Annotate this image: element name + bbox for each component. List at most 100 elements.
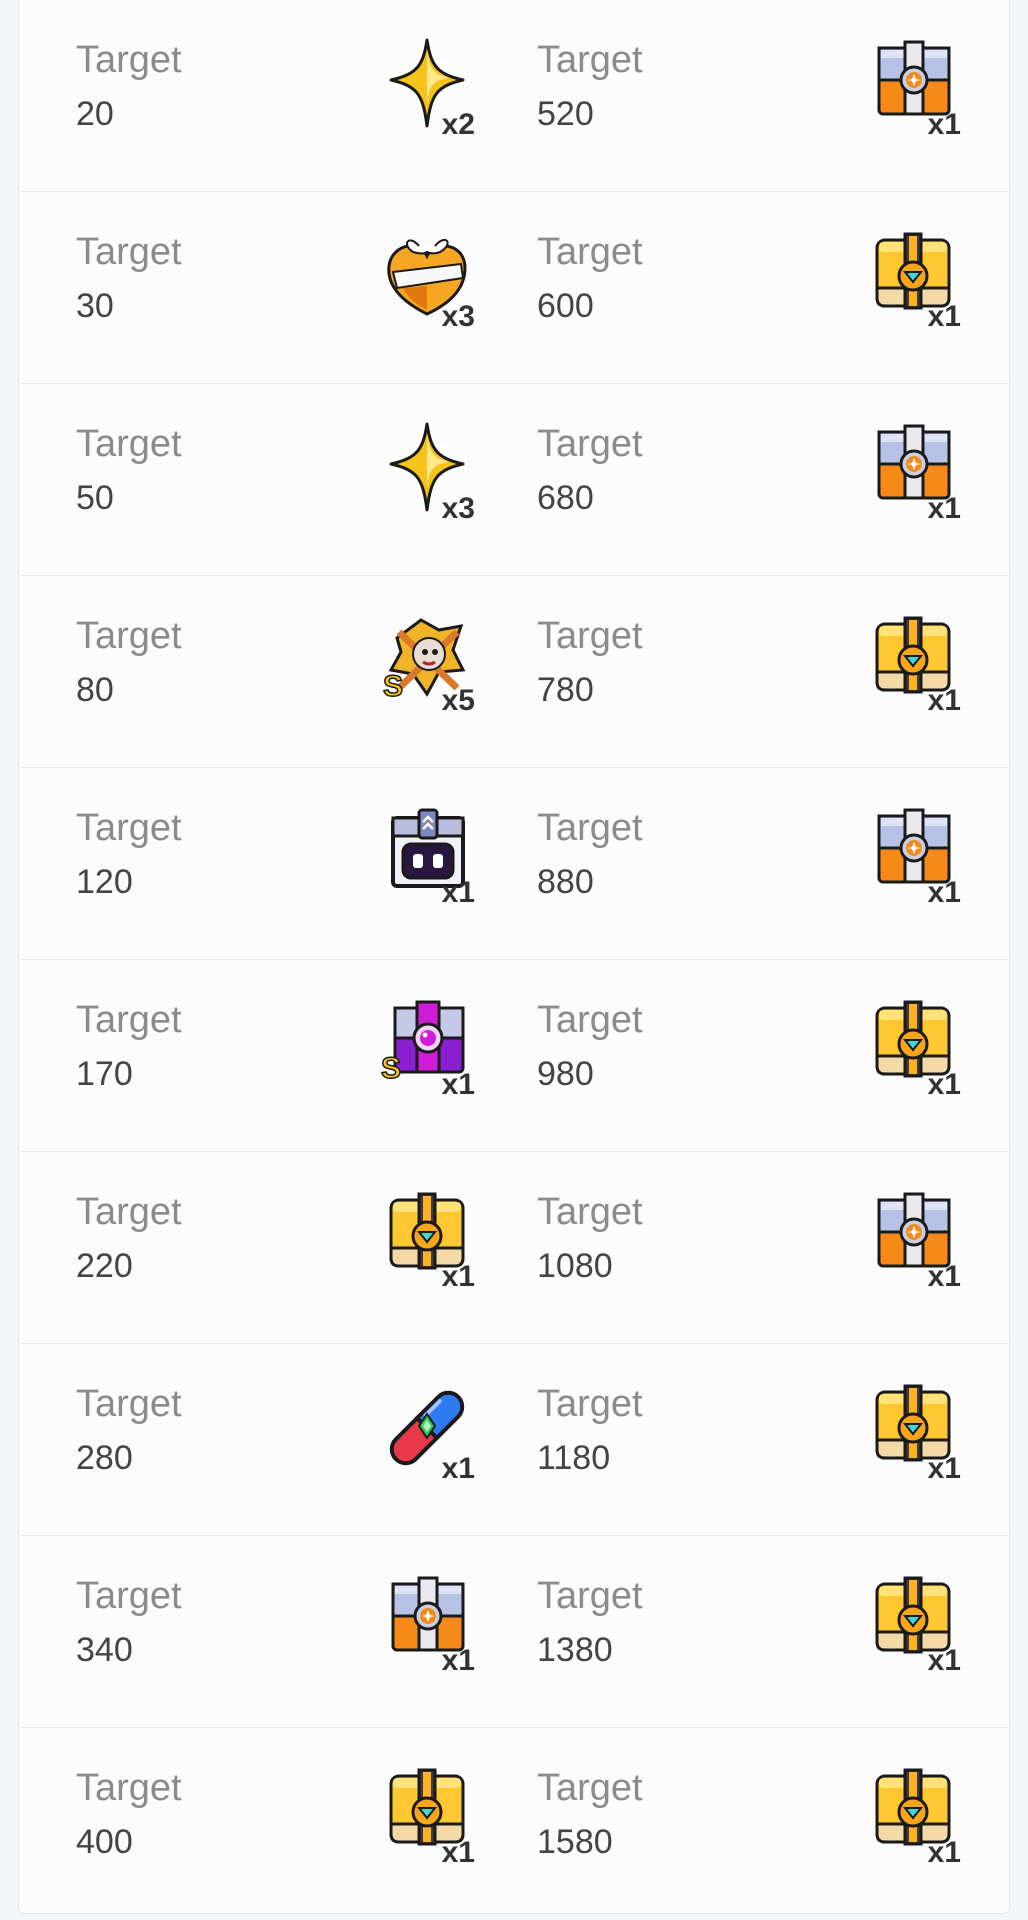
target-value: 1380 xyxy=(537,1631,613,1669)
reward-row: Target 170 x1 Target 980 x1 xyxy=(19,960,1009,1152)
quantity-badge: x2 xyxy=(441,108,475,141)
reward-item: x1 xyxy=(865,1186,961,1293)
target-label: Target xyxy=(76,615,182,657)
reward-item: x2 xyxy=(379,34,475,141)
reward-item: x3 xyxy=(379,418,475,525)
target-value: 980 xyxy=(537,1055,594,1093)
target-value: 520 xyxy=(537,95,594,133)
reward-cell-right: Target 980 x1 xyxy=(480,960,1009,1152)
quantity-badge: x1 xyxy=(441,1644,475,1677)
reward-cell-right: Target 1580 x1 xyxy=(480,1728,1009,1920)
reward-item: x3 xyxy=(379,226,475,333)
quantity-badge: x1 xyxy=(927,1644,961,1677)
quantity-badge: x1 xyxy=(441,1260,475,1293)
target-value: 880 xyxy=(537,863,594,901)
quantity-badge: x1 xyxy=(927,1260,961,1293)
target-label: Target xyxy=(76,423,182,465)
quantity-badge: x1 xyxy=(927,684,961,717)
reward-cell-right: Target 1180 x1 xyxy=(480,1344,1009,1536)
reward-item: x1 xyxy=(865,994,961,1101)
reward-row: Target 50 x3 Target 680 x1 xyxy=(19,384,1009,576)
quantity-badge: x1 xyxy=(441,1836,475,1869)
reward-cell-left: Target 400 x1 xyxy=(19,1728,480,1920)
target-value: 780 xyxy=(537,671,594,709)
reward-item: x1 xyxy=(379,1186,475,1293)
quantity-badge: x3 xyxy=(441,492,475,525)
target-value: 1180 xyxy=(537,1439,611,1477)
reward-item: x1 xyxy=(865,226,961,333)
reward-cell-left: Target 50 x3 xyxy=(19,384,480,576)
target-label: Target xyxy=(537,423,643,465)
reward-item: x5 xyxy=(379,610,475,717)
reward-item: x1 xyxy=(865,34,961,141)
quantity-badge: x1 xyxy=(927,108,961,141)
target-label: Target xyxy=(537,615,643,657)
reward-cell-left: Target 30 x3 xyxy=(19,192,480,384)
quantity-badge: x1 xyxy=(927,1836,961,1869)
quantity-badge: x1 xyxy=(927,876,961,909)
quantity-badge: x1 xyxy=(927,1068,961,1101)
target-value: 30 xyxy=(76,287,114,325)
reward-row: Target 280 x1 Target 1180 x1 xyxy=(19,1344,1009,1536)
reward-cell-left: Target 170 x1 xyxy=(19,960,480,1152)
rewards-card: Target 20 x2 Target 520 x1 Target 30 x3 xyxy=(18,0,1010,1914)
reward-row: Target 340 x1 Target 1380 x1 xyxy=(19,1536,1009,1728)
target-label: Target xyxy=(537,1575,643,1617)
reward-row: Target 120 x1 Target 880 x1 xyxy=(19,768,1009,960)
target-label: Target xyxy=(537,1383,643,1425)
reward-cell-left: Target 80 x5 xyxy=(19,576,480,768)
target-value: 400 xyxy=(76,1823,133,1861)
target-label: Target xyxy=(537,231,643,273)
quantity-badge: x1 xyxy=(927,1452,961,1485)
target-label: Target xyxy=(537,1767,643,1809)
target-value: 1580 xyxy=(537,1823,613,1861)
reward-row: Target 400 x1 Target 1580 x1 xyxy=(19,1728,1009,1920)
reward-item: x1 xyxy=(379,994,475,1101)
target-value: 280 xyxy=(76,1439,133,1477)
reward-cell-left: Target 120 x1 xyxy=(19,768,480,960)
target-label: Target xyxy=(76,1383,182,1425)
reward-cell-right: Target 680 x1 xyxy=(480,384,1009,576)
reward-cell-left: Target 220 x1 xyxy=(19,1152,480,1344)
target-label: Target xyxy=(537,1191,643,1233)
reward-cell-right: Target 600 x1 xyxy=(480,192,1009,384)
reward-item: x1 xyxy=(865,1378,961,1485)
target-label: Target xyxy=(76,1575,182,1617)
reward-item: x1 xyxy=(865,1570,961,1677)
reward-cell-right: Target 1080 x1 xyxy=(480,1152,1009,1344)
target-value: 170 xyxy=(76,1055,133,1093)
reward-item: x1 xyxy=(865,610,961,717)
reward-item: x1 xyxy=(379,1762,475,1869)
reward-cell-left: Target 340 x1 xyxy=(19,1536,480,1728)
quantity-badge: x3 xyxy=(441,300,475,333)
target-value: 680 xyxy=(537,479,594,517)
target-value: 80 xyxy=(76,671,114,709)
reward-item: x1 xyxy=(865,1762,961,1869)
reward-row: Target 220 x1 Target 1080 x1 xyxy=(19,1152,1009,1344)
target-value: 120 xyxy=(76,863,133,901)
target-value: 220 xyxy=(76,1247,133,1285)
target-label: Target xyxy=(76,39,182,81)
quantity-badge: x1 xyxy=(441,1452,475,1485)
reward-item: x1 xyxy=(379,1570,475,1677)
quantity-badge: x1 xyxy=(441,1068,475,1101)
target-value: 340 xyxy=(76,1631,133,1669)
target-label: Target xyxy=(537,39,643,81)
target-label: Target xyxy=(537,807,643,849)
quantity-badge: x5 xyxy=(441,684,475,717)
target-label: Target xyxy=(76,231,182,273)
target-label: Target xyxy=(76,999,182,1041)
reward-row: Target 80 x5 Target 780 x1 xyxy=(19,576,1009,768)
reward-row: Target 20 x2 Target 520 x1 xyxy=(19,0,1009,192)
target-label: Target xyxy=(537,999,643,1041)
reward-cell-right: Target 520 x1 xyxy=(480,0,1009,192)
reward-cell-left: Target 20 x2 xyxy=(19,0,480,192)
quantity-badge: x1 xyxy=(927,300,961,333)
reward-item: x1 xyxy=(865,418,961,525)
reward-row: Target 30 x3 Target 600 x1 xyxy=(19,192,1009,384)
target-value: 1080 xyxy=(537,1247,613,1285)
quantity-badge: x1 xyxy=(927,492,961,525)
target-value: 20 xyxy=(76,95,114,133)
target-value: 600 xyxy=(537,287,594,325)
reward-item: x1 xyxy=(865,802,961,909)
